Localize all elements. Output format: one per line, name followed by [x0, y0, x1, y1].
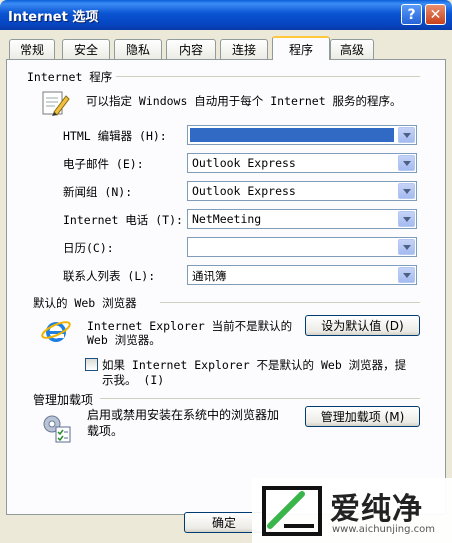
close-button[interactable]: ✕ — [425, 4, 446, 25]
tab-privacy[interactable]: 隐私 — [114, 39, 162, 59]
selection-highlight — [190, 128, 394, 142]
group-divider — [100, 76, 420, 77]
watermark: 爱纯净 www.aichunjing.com — [252, 478, 452, 543]
contacts-select[interactable]: 通讯簿 — [187, 265, 417, 285]
chevron-down-icon[interactable] — [398, 183, 415, 199]
internet-explorer-icon — [41, 321, 71, 342]
programs-icon — [42, 91, 70, 116]
newsgroups-select[interactable]: Outlook Express — [187, 181, 417, 201]
programs-description: 可以指定 Windows 自动用于每个 Internet 服务的程序。 — [86, 94, 402, 108]
chevron-down-icon[interactable] — [398, 155, 415, 171]
window-title: Internet 选项 — [8, 10, 99, 25]
tab-strip: 常规 安全 隐私 内容 连接 程序 高级 — [6, 36, 446, 60]
tab-advanced[interactable]: 高级 — [330, 39, 374, 59]
email-select[interactable]: Outlook Express — [187, 153, 417, 173]
prompt-default-label-line1: 如果 Internet Explorer 不是默认的 Web 浏览器，提 — [102, 358, 407, 372]
addons-description-line1: 启用或禁用安装在系统中的浏览器加 — [87, 408, 280, 422]
browser-status-line2: Web 浏览器。 — [87, 333, 161, 347]
newsgroups-label: 新闻组 (N): — [63, 185, 133, 199]
prompt-default-checkbox[interactable] — [85, 358, 98, 371]
addons-icon — [43, 415, 71, 443]
internet-call-select[interactable]: NetMeeting — [187, 209, 417, 229]
html-editor-label: HTML 编辑器 (H): — [63, 129, 167, 143]
title-bar[interactable]: Internet 选项 ? ✕ — [0, 0, 452, 30]
set-default-button[interactable]: 设为默认值 (D) — [305, 315, 420, 336]
addons-description-line2: 载项。 — [87, 424, 124, 438]
chevron-down-icon[interactable] — [398, 239, 415, 255]
calendar-label: 日历(C): — [63, 241, 114, 255]
internet-call-label: Internet 电话 (T): — [63, 213, 183, 227]
chevron-down-icon[interactable] — [398, 211, 415, 227]
contacts-label: 联系人列表 (L): — [63, 269, 156, 283]
default-browser-group-title: 默认的 Web 浏览器 — [33, 295, 141, 311]
prompt-default-label-line2: 示我。 (I) — [102, 373, 165, 387]
help-button[interactable]: ? — [401, 4, 422, 25]
email-label: 电子邮件 (E): — [63, 157, 144, 171]
brand-url: www.aichunjing.com — [332, 524, 435, 535]
tab-programs[interactable]: 程序 — [272, 36, 330, 60]
brand-name: 爱纯净 — [330, 492, 423, 527]
calendar-select[interactable] — [187, 237, 417, 257]
html-editor-select[interactable] — [187, 125, 417, 145]
chevron-down-icon[interactable] — [398, 267, 415, 283]
help-icon: ? — [407, 6, 416, 23]
brand-logo-icon — [262, 486, 322, 536]
manage-addons-button[interactable]: 管理加载项 (M) — [305, 406, 420, 427]
group-divider — [100, 398, 420, 399]
close-icon: ✕ — [429, 6, 442, 23]
group-divider — [160, 302, 420, 303]
chevron-down-icon[interactable] — [398, 127, 415, 143]
tab-general[interactable]: 常规 — [9, 39, 55, 59]
tab-connections[interactable]: 连接 — [220, 39, 268, 59]
tab-content[interactable]: 内容 — [166, 39, 216, 59]
tab-security[interactable]: 安全 — [62, 39, 110, 59]
internet-programs-group-title: Internet 程序 — [27, 69, 117, 85]
